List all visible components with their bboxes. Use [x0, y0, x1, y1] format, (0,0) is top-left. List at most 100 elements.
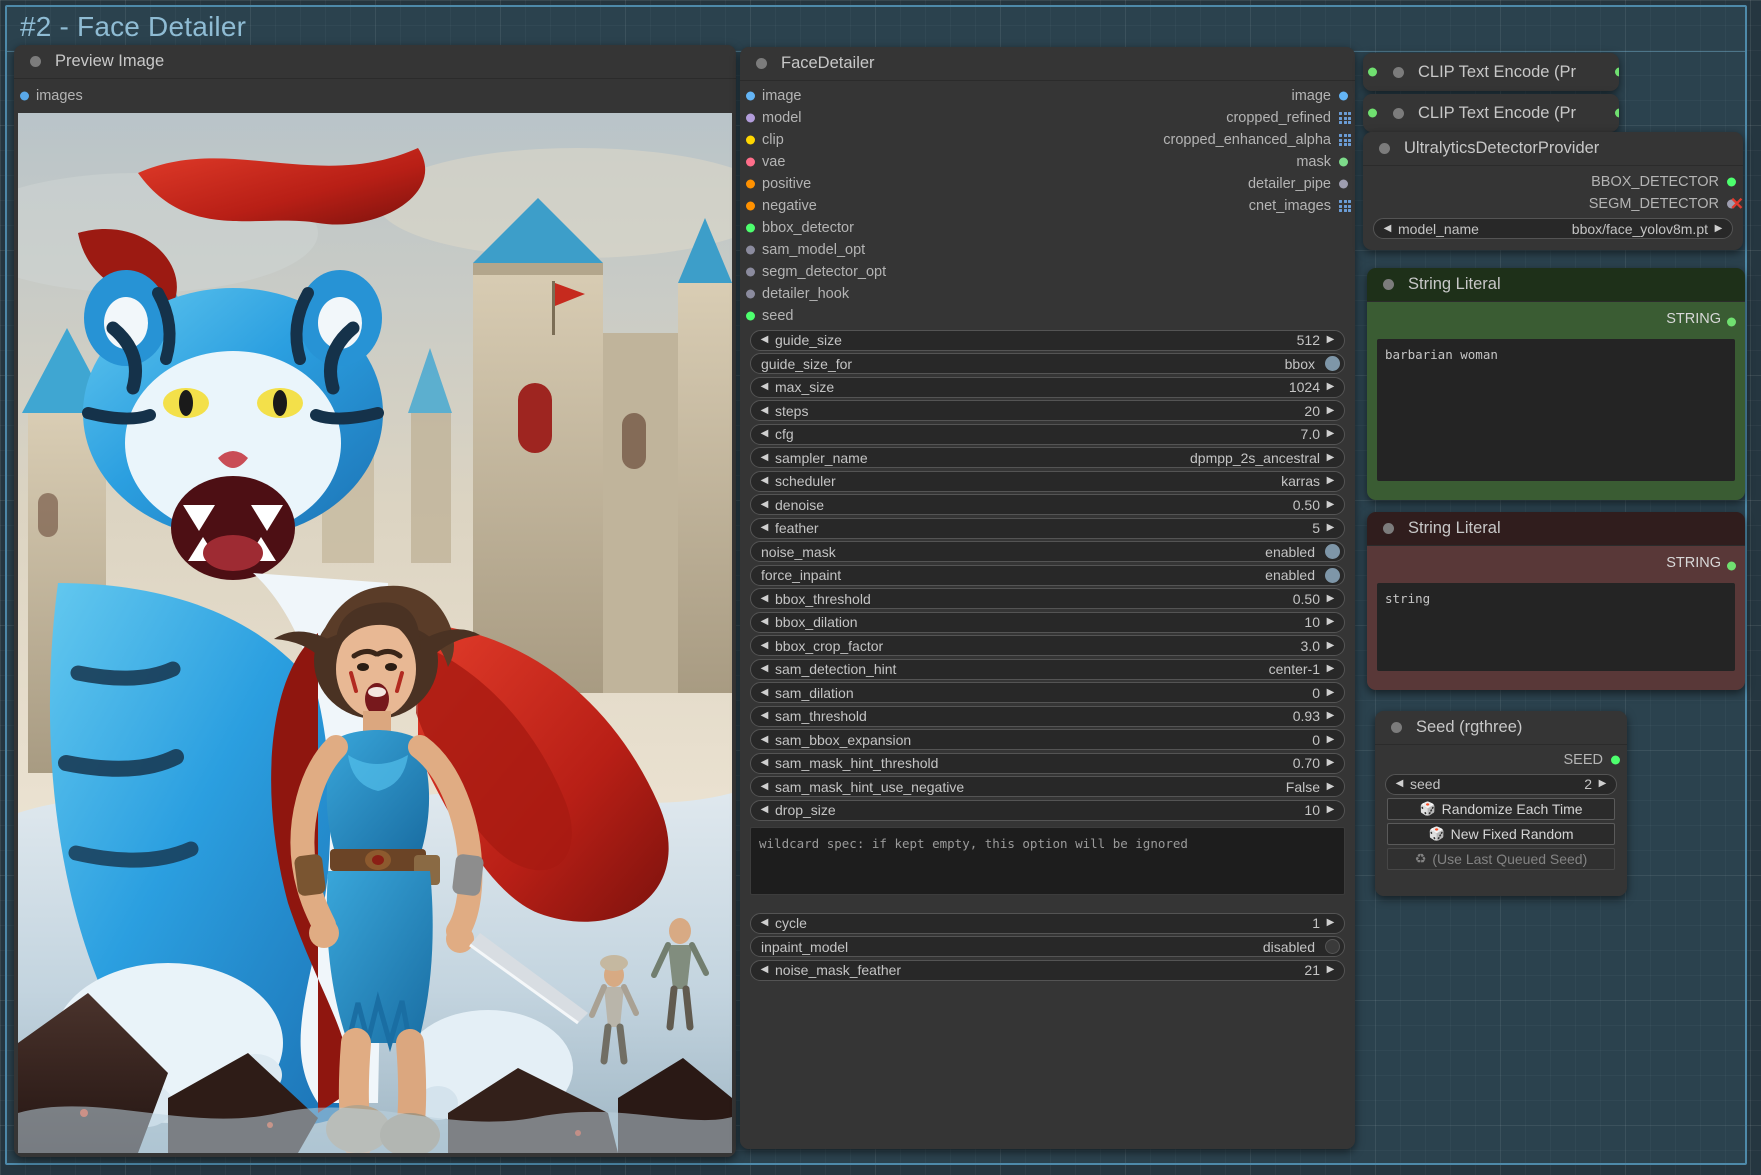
slot-dot-icon[interactable] [1339, 158, 1348, 167]
face-detailer-header[interactable]: FaceDetailer [740, 47, 1355, 81]
decrement-arrow-icon[interactable]: ◀ [758, 594, 771, 604]
increment-arrow-icon[interactable]: ▶ [1324, 641, 1337, 651]
output-connector-dot-icon[interactable] [1615, 68, 1619, 77]
slot-dot-icon[interactable] [746, 312, 755, 321]
string-value-textarea[interactable]: barbarian woman [1377, 339, 1735, 481]
decrement-arrow-icon[interactable]: ◀ [758, 523, 771, 533]
node-clip-text-encode-1[interactable]: CLIP Text Encode (Pr [1363, 53, 1619, 91]
widget-sam-detection-hint[interactable]: ◀sam_detection_hintcenter-1▶ [750, 659, 1345, 680]
node-string-literal-1[interactable]: String Literal STRING barbarian woman [1367, 268, 1745, 500]
clip-text-encode-1-header[interactable]: CLIP Text Encode (Pr [1363, 53, 1619, 91]
increment-arrow-icon[interactable]: ▶ [1324, 782, 1337, 792]
slot-output-cropped-enhanced-alpha[interactable]: cropped_enhanced_alpha [1163, 129, 1355, 151]
widget-bbox-dilation[interactable]: ◀bbox_dilation10▶ [750, 612, 1345, 633]
widget-guide-size[interactable]: ◀guide_size512▶ [750, 330, 1345, 351]
increment-arrow-icon[interactable]: ▶ [1324, 594, 1337, 604]
widget-denoise[interactable]: ◀denoise0.50▶ [750, 494, 1345, 515]
slot-output-mask[interactable]: mask [1296, 151, 1355, 173]
widget-sam-bbox-expansion[interactable]: ◀sam_bbox_expansion0▶ [750, 729, 1345, 750]
decrement-arrow-icon[interactable]: ◀ [758, 805, 771, 815]
increment-arrow-icon[interactable]: ▶ [1324, 382, 1337, 392]
collapse-toggle-icon[interactable] [1379, 143, 1390, 154]
input-connector-dot-icon[interactable] [1368, 68, 1377, 77]
increment-arrow-icon[interactable]: ▶ [1324, 688, 1337, 698]
widget-sampler-name[interactable]: ◀sampler_namedpmpp_2s_ancestral▶ [750, 447, 1345, 468]
increment-arrow-icon[interactable]: ▶ [1324, 711, 1337, 721]
slot-dot-icon[interactable] [1727, 318, 1736, 327]
slot-output-seed[interactable]: SEED [1375, 749, 1627, 771]
widget-bbox-crop-factor[interactable]: ◀bbox_crop_factor3.0▶ [750, 635, 1345, 656]
node-ultralytics-detector-provider[interactable]: UltralyticsDetectorProvider BBOX_DETECTO… [1363, 132, 1743, 250]
widget-steps[interactable]: ◀steps20▶ [750, 400, 1345, 421]
increment-arrow-icon[interactable]: ▶ [1324, 918, 1337, 928]
node-seed-rgthree[interactable]: Seed (rgthree) SEED ◀seed2▶ 🎲Randomize E… [1375, 711, 1627, 896]
widget-sam-mask-hint-threshold[interactable]: ◀sam_mask_hint_threshold0.70▶ [750, 753, 1345, 774]
slot-dot-icon[interactable] [746, 180, 755, 189]
widget-cycle[interactable]: ◀cycle1▶ [750, 913, 1345, 934]
widget-drop-size[interactable]: ◀drop_size10▶ [750, 800, 1345, 821]
slot-dot-icon[interactable] [746, 268, 755, 277]
increment-arrow-icon[interactable]: ▶ [1324, 735, 1337, 745]
decrement-arrow-icon[interactable]: ◀ [758, 782, 771, 792]
increment-arrow-icon[interactable]: ▶ [1324, 617, 1337, 627]
output-connector-dot-icon[interactable] [1615, 109, 1619, 118]
decrement-arrow-icon[interactable]: ◀ [758, 476, 771, 486]
increment-arrow-icon[interactable]: ▶ [1596, 779, 1609, 789]
wildcard-textarea[interactable]: wildcard spec: if kept empty, this optio… [750, 827, 1345, 895]
increment-arrow-icon[interactable]: ▶ [1324, 476, 1337, 486]
widget-seed[interactable]: ◀seed2▶ [1385, 774, 1617, 795]
image-batch-grid-icon[interactable] [1339, 134, 1351, 146]
collapse-toggle-icon[interactable] [1391, 722, 1402, 733]
slot-dot-icon[interactable] [20, 92, 29, 101]
decrement-arrow-icon[interactable]: ◀ [758, 617, 771, 627]
widget-feather[interactable]: ◀feather5▶ [750, 518, 1345, 539]
widget-scheduler[interactable]: ◀schedulerkarras▶ [750, 471, 1345, 492]
slot-dot-icon[interactable] [746, 246, 755, 255]
decrement-arrow-icon[interactable]: ◀ [758, 382, 771, 392]
slot-output-segm-detector[interactable]: SEGM_DETECTOR✕ [1363, 193, 1743, 215]
increment-arrow-icon[interactable]: ▶ [1324, 406, 1337, 416]
increment-arrow-icon[interactable]: ▶ [1324, 758, 1337, 768]
collapse-toggle-icon[interactable] [1383, 279, 1394, 290]
increment-arrow-icon[interactable]: ▶ [1324, 453, 1337, 463]
slot-dot-icon[interactable] [1727, 562, 1736, 571]
slot-output-detailer-pipe[interactable]: detailer_pipe [1248, 173, 1355, 195]
slot-dot-icon[interactable] [1339, 92, 1348, 101]
seed-button-new-fixed-random[interactable]: 🎲New Fixed Random [1387, 823, 1615, 845]
slot-output-cnet-images[interactable]: cnet_images [1249, 195, 1355, 217]
widget-cfg[interactable]: ◀cfg7.0▶ [750, 424, 1345, 445]
node-preview-image[interactable]: Preview Image images [14, 45, 736, 1157]
slot-input-negative[interactable]: negative [740, 195, 817, 217]
slot-output-cropped-refined[interactable]: cropped_refined [1226, 107, 1355, 129]
widget-noise-mask-feather[interactable]: ◀noise_mask_feather21▶ [750, 960, 1345, 981]
node-clip-text-encode-2[interactable]: CLIP Text Encode (Pr [1363, 94, 1619, 132]
increment-arrow-icon[interactable]: ▶ [1324, 500, 1337, 510]
increment-arrow-icon[interactable]: ▶ [1324, 965, 1337, 975]
widget-model-name[interactable]: ◀model_namebbox/face_yolov8m.pt▶ [1373, 218, 1733, 239]
increment-arrow-icon[interactable]: ▶ [1324, 429, 1337, 439]
clip-text-encode-2-header[interactable]: CLIP Text Encode (Pr [1363, 94, 1619, 132]
slot-output-bbox-detector[interactable]: BBOX_DETECTOR [1363, 171, 1743, 193]
slot-dot-icon[interactable] [1339, 180, 1348, 189]
collapse-toggle-icon[interactable] [1383, 523, 1394, 534]
toggle-knob-icon[interactable] [1325, 356, 1340, 371]
node-string-literal-2[interactable]: String Literal STRING string [1367, 512, 1745, 690]
slot-input-clip[interactable]: clip [740, 129, 784, 151]
widget-max-size[interactable]: ◀max_size1024▶ [750, 377, 1345, 398]
slot-dot-icon[interactable] [1727, 178, 1736, 187]
decrement-arrow-icon[interactable]: ◀ [1381, 224, 1394, 234]
slot-output-string[interactable]: STRING [1367, 546, 1745, 577]
input-connector-dot-icon[interactable] [1368, 109, 1377, 118]
slot-input-positive[interactable]: positive [740, 173, 811, 195]
slot-output-string[interactable]: STRING [1367, 302, 1745, 333]
decrement-arrow-icon[interactable]: ◀ [758, 453, 771, 463]
toggle-knob-icon[interactable] [1325, 568, 1340, 583]
decrement-arrow-icon[interactable]: ◀ [758, 965, 771, 975]
string-value-textarea[interactable]: string [1377, 583, 1735, 671]
widget-noise-mask[interactable]: noise_maskenabled [750, 541, 1345, 562]
decrement-arrow-icon[interactable]: ◀ [758, 664, 771, 674]
increment-arrow-icon[interactable]: ▶ [1324, 335, 1337, 345]
slot-input-model[interactable]: model [740, 107, 802, 129]
increment-arrow-icon[interactable]: ▶ [1712, 224, 1725, 234]
decrement-arrow-icon[interactable]: ◀ [758, 735, 771, 745]
